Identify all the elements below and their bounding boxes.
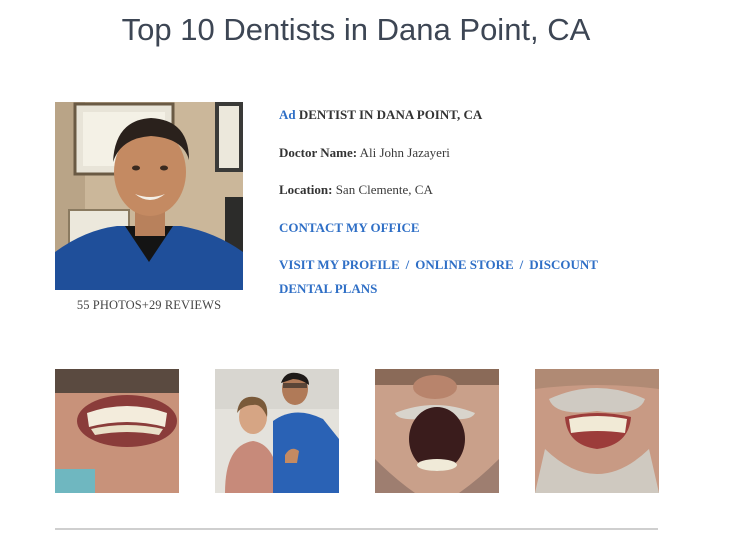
gallery-photo-smile-2[interactable] [535,369,659,493]
doctor-name-label: Doctor Name: [279,145,358,160]
link-separator: / [519,257,524,272]
gallery-photo-patient-with-doctor[interactable] [215,369,339,493]
page-title: Top 10 Dentists in Dana Point, CA [121,12,591,47]
doctor-name-row: Doctor Name: Ali John Jazayeri [279,144,450,161]
location-row: Location: San Clemente, CA [279,181,433,198]
gallery-photo-smile-1[interactable] [55,369,179,493]
online-store-link[interactable]: ONLINE STORE [415,257,513,272]
listing-category-row: Ad DENTIST IN DANA POINT, CA [279,106,482,123]
discount-dental-plans-link[interactable]: DISCOUNT [529,257,598,272]
ad-badge: Ad [279,107,296,122]
photos-reviews-count[interactable]: 55 PHOTOS+29 REVIEWS [55,298,243,313]
doctor-name-value: Ali John Jazayeri [359,145,450,160]
discount-dental-plans-link-cont[interactable]: DENTAL PLANS [279,281,377,296]
location-label: Location: [279,182,333,197]
gallery-photo-open-mouth[interactable] [375,369,499,493]
contact-office-link[interactable]: CONTACT MY OFFICE [279,220,420,235]
profile-links-row: VISIT MY PROFILE / ONLINE STORE / DISCOUNT [279,256,598,273]
listing-category: DENTIST IN DANA POINT, CA [298,107,483,122]
visit-profile-link[interactable]: VISIT MY PROFILE [279,257,400,272]
location-value: San Clemente, CA [335,182,433,197]
link-separator: / [405,257,410,272]
section-divider [55,528,658,530]
dentist-profile-photo[interactable] [55,102,243,290]
